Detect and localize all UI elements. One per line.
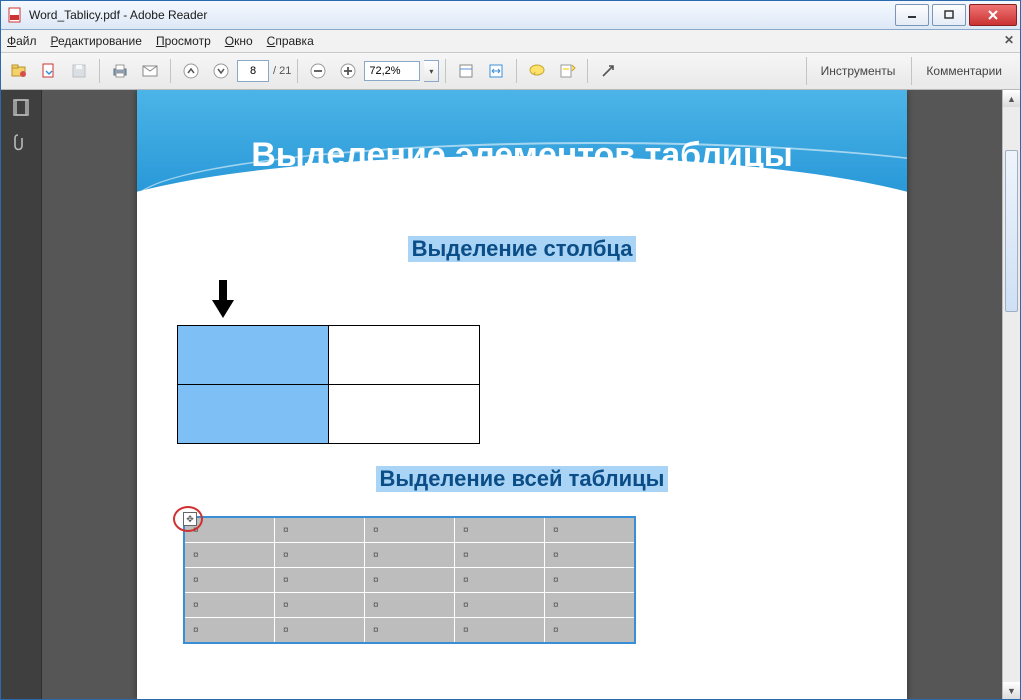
- table-cell: ¤: [184, 543, 275, 568]
- maximize-button[interactable]: [932, 4, 966, 26]
- print-button[interactable]: [106, 57, 134, 85]
- zoom-in-button[interactable]: [334, 57, 362, 85]
- menu-file[interactable]: Файл: [7, 34, 37, 48]
- table-cell: ¤: [455, 593, 545, 618]
- fit-width-button[interactable]: [482, 57, 510, 85]
- page-number-input[interactable]: [237, 60, 269, 82]
- page-up-button[interactable]: [177, 57, 205, 85]
- pdf-icon: [7, 7, 23, 23]
- titlebar: Word_Tablicy.pdf - Adobe Reader: [1, 1, 1020, 30]
- save-button[interactable]: [65, 57, 93, 85]
- subtitle-table: Выделение всей таблицы: [376, 466, 669, 492]
- menu-edit[interactable]: Редактирование: [51, 34, 142, 48]
- table-cell: ¤: [365, 543, 455, 568]
- table-cell: [329, 385, 480, 444]
- table-cell: ¤: [275, 618, 365, 644]
- vertical-scrollbar[interactable]: ▲ ▼: [1002, 90, 1020, 699]
- subtitle-column: Выделение столбца: [408, 236, 637, 262]
- menu-window[interactable]: Окно: [225, 34, 253, 48]
- minimize-button[interactable]: [895, 4, 929, 26]
- slide-banner: Выделение элементов таблицы: [137, 90, 907, 220]
- menubar: Файл Редактирование Просмотр Окно Справк…: [1, 30, 1020, 53]
- table-cell: [178, 326, 329, 385]
- table-cell: ¤: [184, 593, 275, 618]
- table-cell: [178, 385, 329, 444]
- table-cell: ¤: [365, 568, 455, 593]
- table-cell: ¤: [545, 568, 636, 593]
- table-cell: ¤: [455, 568, 545, 593]
- table-cell: ¤: [545, 543, 636, 568]
- table-cell: ¤: [455, 517, 545, 543]
- column-select-table: [177, 325, 480, 444]
- table-cell: ¤: [365, 517, 455, 543]
- scroll-up-button[interactable]: ▲: [1003, 90, 1020, 107]
- page-total-label: / 21: [273, 65, 291, 77]
- attachments-icon[interactable]: [11, 132, 31, 152]
- down-arrow-icon: [210, 278, 236, 320]
- nav-pane: [1, 90, 42, 699]
- zoom-dropdown-button[interactable]: ▾: [424, 60, 439, 82]
- toolbar: / 21 72,2% ▾ Инструменты Комментарии: [1, 53, 1020, 90]
- window-title: Word_Tablicy.pdf - Adobe Reader: [29, 8, 895, 22]
- table-cell: ¤: [545, 517, 636, 543]
- menu-help[interactable]: Справка: [267, 34, 314, 48]
- highlight-button[interactable]: [553, 57, 581, 85]
- table-cell: ¤: [275, 593, 365, 618]
- zoom-out-button[interactable]: [304, 57, 332, 85]
- table-cell: ¤: [275, 543, 365, 568]
- table-cell: ¤: [545, 618, 636, 644]
- scroll-down-button[interactable]: ▼: [1003, 682, 1020, 699]
- pdf-page: Выделение элементов таблицы Выделение ст…: [137, 90, 907, 699]
- page-down-button[interactable]: [207, 57, 235, 85]
- table-cell: ¤: [184, 618, 275, 644]
- close-button[interactable]: [969, 4, 1017, 26]
- menu-view[interactable]: Просмотр: [156, 34, 211, 48]
- table-cell: ¤: [275, 568, 365, 593]
- table-move-handle-icon: ✥: [183, 512, 197, 526]
- fit-page-button[interactable]: [452, 57, 480, 85]
- table-cell: ¤: [455, 543, 545, 568]
- export-pdf-button[interactable]: [35, 57, 63, 85]
- table-cell: ¤: [275, 517, 365, 543]
- table-cell: ¤: [365, 618, 455, 644]
- panel-close-icon[interactable]: ✕: [1004, 33, 1014, 47]
- table-cell: ¤: [455, 618, 545, 644]
- email-button[interactable]: [136, 57, 164, 85]
- zoom-field[interactable]: 72,2%: [364, 61, 420, 81]
- table-cell: ¤: [184, 568, 275, 593]
- read-mode-button[interactable]: [594, 57, 622, 85]
- content-area: Выделение элементов таблицы Выделение ст…: [1, 90, 1020, 699]
- table-cell: ¤: [545, 593, 636, 618]
- table-cell: [329, 326, 480, 385]
- thumbnails-icon[interactable]: [11, 98, 31, 118]
- tools-panel-button[interactable]: Инструменты: [806, 57, 910, 85]
- full-select-table: ¤¤¤¤¤ ¤¤¤¤¤ ¤¤¤¤¤ ¤¤¤¤¤ ¤¤¤¤¤: [183, 516, 636, 644]
- scroll-thumb[interactable]: [1005, 150, 1018, 312]
- comment-button[interactable]: [523, 57, 551, 85]
- document-viewport[interactable]: Выделение элементов таблицы Выделение ст…: [42, 90, 1002, 699]
- open-button[interactable]: [5, 57, 33, 85]
- table-cell: ¤: [365, 593, 455, 618]
- comments-panel-button[interactable]: Комментарии: [911, 57, 1016, 85]
